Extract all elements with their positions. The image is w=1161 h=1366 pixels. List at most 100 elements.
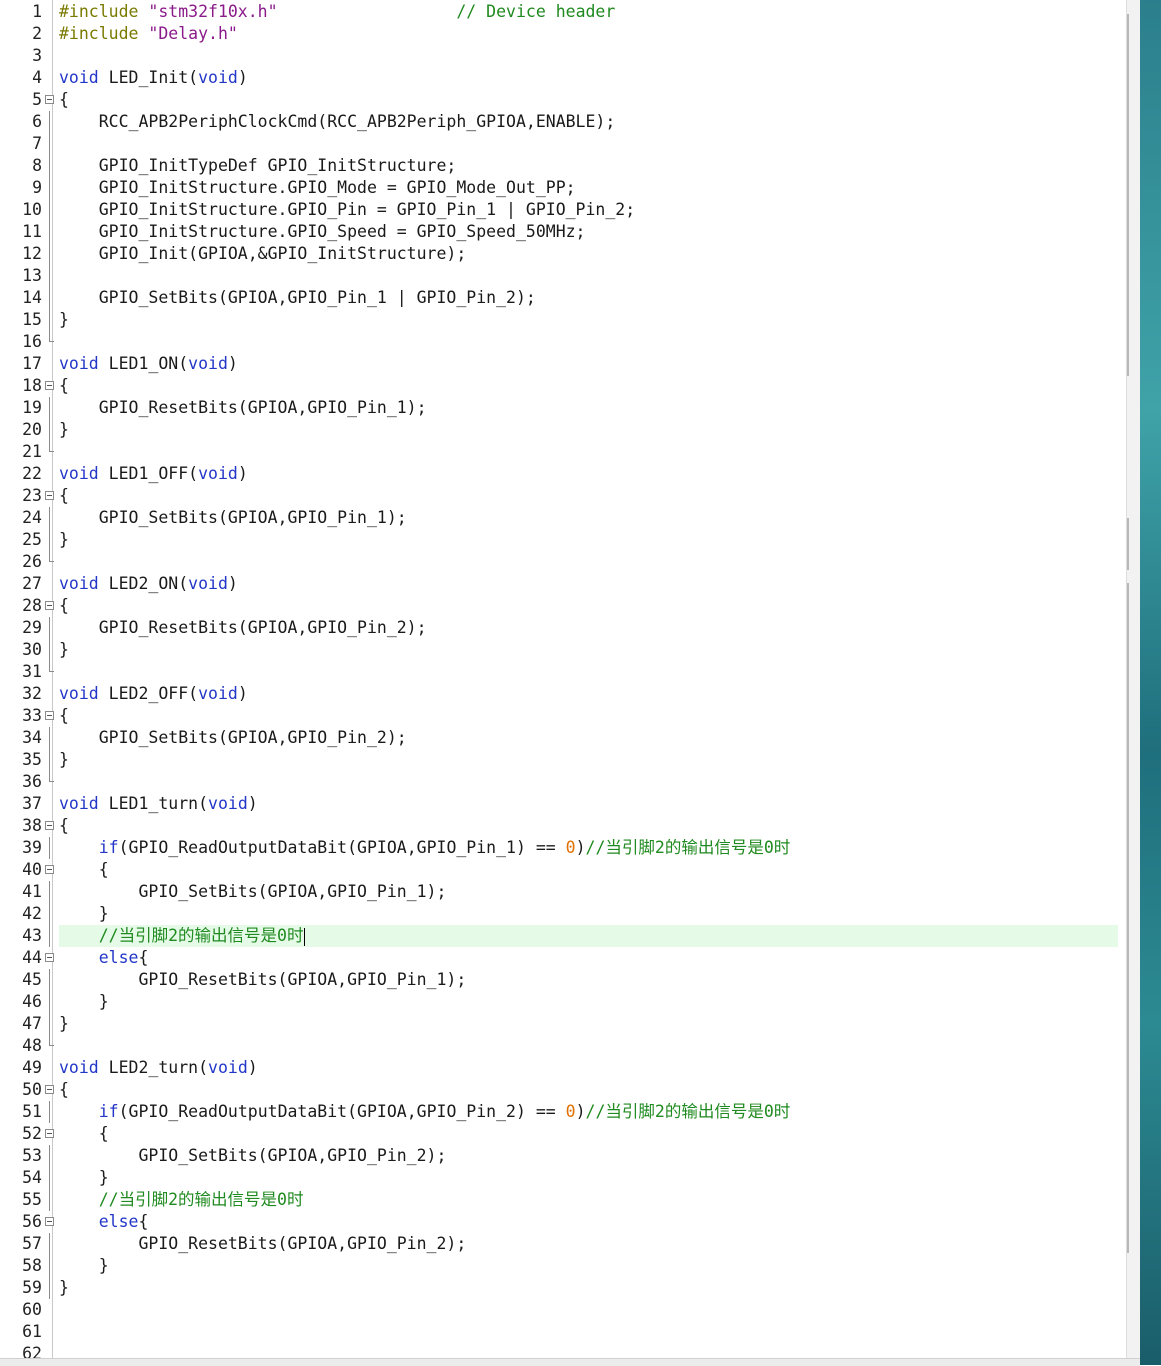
code-text[interactable]: { [59,705,69,727]
fold-collapse-icon[interactable] [45,1129,54,1138]
code-text[interactable]: void LED1_ON(void) [59,353,238,375]
code-text[interactable]: } [59,639,69,661]
code-text[interactable]: { [59,815,69,837]
code-line[interactable]: 6 RCC_APB2PeriphClockCmd(RCC_APB2Periph_… [0,111,1120,133]
code-text[interactable]: } [59,1167,109,1189]
code-text[interactable]: //当引脚2的输出信号是0时 [59,1189,304,1211]
code-line[interactable]: 31 [0,661,1120,683]
code-text[interactable]: RCC_APB2PeriphClockCmd(RCC_APB2Periph_GP… [59,111,616,133]
code-line[interactable]: 58 } [0,1255,1120,1277]
code-text[interactable]: { [59,89,69,111]
fold-collapse-icon[interactable] [45,491,54,500]
code-line[interactable]: 1 #include "stm32f10x.h" // Device header [0,1,1120,23]
code-line[interactable]: 3 [0,45,1120,67]
code-line[interactable]: 30} [0,639,1120,661]
code-text[interactable]: GPIO_InitStructure.GPIO_Pin = GPIO_Pin_1… [59,199,635,221]
code-text[interactable]: GPIO_ResetBits(GPIOA,GPIO_Pin_2); [59,617,427,639]
code-line[interactable]: 40 { [0,859,1120,881]
code-line[interactable]: 12 GPIO_Init(GPIOA,&GPIO_InitStructure); [0,243,1120,265]
code-text[interactable]: } [59,1277,69,1299]
code-line[interactable]: 46 } [0,991,1120,1013]
code-line[interactable]: 42 } [0,903,1120,925]
code-line[interactable]: 25} [0,529,1120,551]
code-editor[interactable]: 1 #include "stm32f10x.h" // Device header… [0,0,1126,1358]
code-text[interactable]: GPIO_ResetBits(GPIOA,GPIO_Pin_1); [59,969,466,991]
code-line[interactable]: 17 void LED1_ON(void) [0,353,1120,375]
fold-collapse-icon[interactable] [45,381,54,390]
code-line[interactable]: 26 [0,551,1120,573]
code-line[interactable]: 9 GPIO_InitStructure.GPIO_Mode = GPIO_Mo… [0,177,1120,199]
code-text[interactable]: { [59,595,69,617]
code-text[interactable]: void LED2_OFF(void) [59,683,248,705]
fold-collapse-icon[interactable] [45,821,54,830]
code-text[interactable]: #include "stm32f10x.h" // Device header [59,1,615,23]
code-line[interactable]: 61 [0,1321,1120,1343]
code-line[interactable]: 36 [0,771,1120,793]
code-text[interactable]: GPIO_ResetBits(GPIOA,GPIO_Pin_1); [59,397,427,419]
code-text[interactable]: { [59,1079,69,1101]
code-line[interactable]: 44 else{ [0,947,1120,969]
code-line[interactable]: 16 [0,331,1120,353]
code-text[interactable]: GPIO_SetBits(GPIOA,GPIO_Pin_1 | GPIO_Pin… [59,287,536,309]
code-line[interactable]: 55 //当引脚2的输出信号是0时 [0,1189,1120,1211]
code-line[interactable]: 32 void LED2_OFF(void) [0,683,1120,705]
code-line[interactable]: 54 } [0,1167,1120,1189]
code-text[interactable]: void LED2_ON(void) [59,573,238,595]
code-line[interactable]: 7 [0,133,1120,155]
code-line[interactable]: 8 GPIO_InitTypeDef GPIO_InitStructure; [0,155,1120,177]
code-line[interactable]: 24 GPIO_SetBits(GPIOA,GPIO_Pin_1); [0,507,1120,529]
code-line[interactable]: 59} [0,1277,1120,1299]
code-line[interactable]: 20} [0,419,1120,441]
code-line[interactable]: 41 GPIO_SetBits(GPIOA,GPIO_Pin_1); [0,881,1120,903]
code-line[interactable]: 15} [0,309,1120,331]
code-text[interactable]: } [59,309,69,331]
code-line[interactable]: 34 GPIO_SetBits(GPIOA,GPIO_Pin_2); [0,727,1120,749]
fold-collapse-icon[interactable] [45,865,54,874]
code-line[interactable]: 52 { [0,1123,1120,1145]
code-line[interactable]: 60 [0,1299,1120,1321]
code-line[interactable]: 5{ [0,89,1120,111]
code-text[interactable]: } [59,903,109,925]
code-line[interactable]: 51 if(GPIO_ReadOutputDataBit(GPIOA,GPIO_… [0,1101,1120,1123]
code-line[interactable]: 18 { [0,375,1120,397]
code-text[interactable]: else{ [59,947,149,969]
code-text[interactable]: } [59,529,69,551]
code-text[interactable]: { [59,485,69,507]
code-line[interactable]: 38 { [0,815,1120,837]
code-line[interactable]: 27 void LED2_ON(void) [0,573,1120,595]
code-text[interactable]: void LED_Init(void) [59,67,248,89]
code-line[interactable]: 47} [0,1013,1120,1035]
code-line[interactable]: 23 { [0,485,1120,507]
code-text[interactable]: } [59,419,69,441]
code-text[interactable]: GPIO_SetBits(GPIOA,GPIO_Pin_2); [59,1145,446,1167]
code-text[interactable]: GPIO_SetBits(GPIOA,GPIO_Pin_2); [59,727,407,749]
code-line[interactable]: 28 { [0,595,1120,617]
code-text[interactable]: GPIO_Init(GPIOA,&GPIO_InitStructure); [59,243,467,265]
code-text[interactable]: } [59,1255,109,1277]
code-text[interactable]: } [59,991,109,1013]
code-text[interactable]: { [59,1123,109,1145]
code-line[interactable]: 19 GPIO_ResetBits(GPIOA,GPIO_Pin_1); [0,397,1120,419]
code-text[interactable]: void LED2_turn(void) [59,1057,258,1079]
code-line[interactable]: 37 void LED1_turn(void) [0,793,1120,815]
code-text[interactable]: GPIO_SetBits(GPIOA,GPIO_Pin_1); [59,881,446,903]
fold-collapse-icon[interactable] [45,1085,54,1094]
code-line[interactable]: 14 GPIO_SetBits(GPIOA,GPIO_Pin_1 | GPIO_… [0,287,1120,309]
code-text[interactable]: GPIO_InitStructure.GPIO_Mode = GPIO_Mode… [59,177,576,199]
code-line[interactable]: 22 void LED1_OFF(void) [0,463,1120,485]
code-text[interactable]: GPIO_InitStructure.GPIO_Speed = GPIO_Spe… [59,221,586,243]
code-text[interactable]: void LED1_OFF(void) [59,463,248,485]
fold-collapse-icon[interactable] [45,711,54,720]
code-line[interactable]: 13 [0,265,1120,287]
code-line[interactable]: 10 GPIO_InitStructure.GPIO_Pin = GPIO_Pi… [0,199,1120,221]
code-line[interactable]: 48 [0,1035,1120,1057]
code-line[interactable]: 21 [0,441,1120,463]
code-text[interactable]: #include "Delay.h" [59,23,238,45]
code-line[interactable]: 39 if(GPIO_ReadOutputDataBit(GPIOA,GPIO_… [0,837,1120,859]
code-line[interactable]: 50 { [0,1079,1120,1101]
fold-collapse-icon[interactable] [45,1217,54,1226]
code-line[interactable]: 43 //当引脚2的输出信号是0时 [0,925,1120,947]
code-text[interactable]: { [59,375,69,397]
fold-collapse-icon[interactable] [45,601,54,610]
code-line[interactable]: 45 GPIO_ResetBits(GPIOA,GPIO_Pin_1); [0,969,1120,991]
